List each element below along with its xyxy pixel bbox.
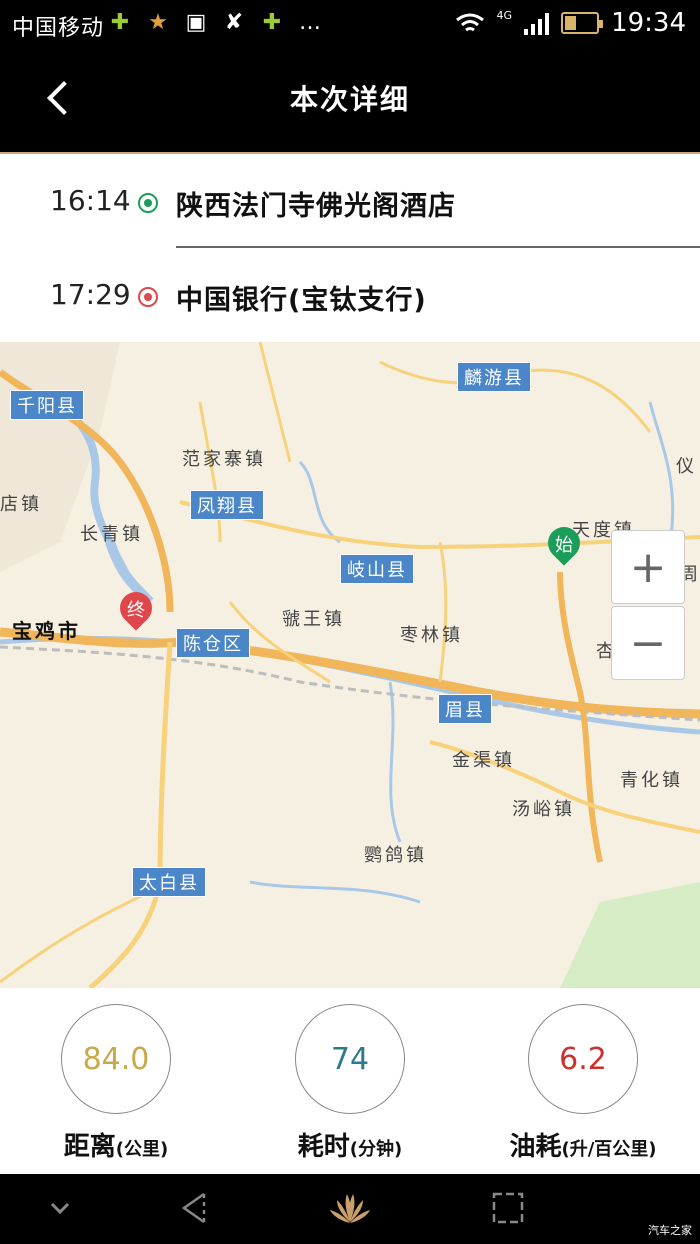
- distance-label-text: 距离: [63, 1132, 116, 1162]
- route-end-row: 17:29 中国银行(宝钛支行): [0, 250, 700, 342]
- tools-icon: ✘: [224, 10, 244, 35]
- map-label: 金渠镇: [452, 750, 515, 771]
- status-right: 4G 19:34: [455, 8, 686, 38]
- fuel-label-text: 油耗: [509, 1132, 562, 1162]
- zoom-out-button[interactable]: −: [611, 606, 685, 680]
- fuel-unit: (升/百公里): [561, 1139, 657, 1160]
- distance-stat: 84.0 距离(公里): [6, 1004, 226, 1163]
- map-label: 鹦鸽镇: [364, 845, 427, 866]
- app-plus-icon: ✚: [110, 10, 130, 35]
- end-pin-label: 终: [127, 600, 145, 621]
- distance-unit: (公里): [115, 1139, 169, 1160]
- clock: 19:34: [611, 8, 686, 38]
- route-summary: 16:14 陕西法门寺佛光阁酒店 17:29 中国银行(宝钛支行): [0, 156, 700, 342]
- start-location: 陕西法门寺佛光阁酒店: [176, 191, 456, 222]
- start-time: 16:14: [50, 184, 131, 217]
- status-bar: 中国移动 ✚ ★ ▣ ✘ ✚ … 4G 19:34: [0, 0, 700, 50]
- image-icon: ▣: [185, 10, 207, 35]
- system-nav-bar: 汽车之家: [0, 1174, 700, 1244]
- map-label: 凤翔县: [190, 490, 264, 520]
- route-start-row: 16:14 陕西法门寺佛光阁酒店: [0, 156, 700, 248]
- recent-apps-icon[interactable]: [488, 1188, 528, 1228]
- map-label: 枣林镇: [400, 625, 463, 646]
- top-bar: 本次详细: [0, 50, 700, 154]
- duration-label-text: 耗时: [297, 1132, 350, 1162]
- end-time: 17:29: [50, 278, 131, 311]
- hide-keyboard-icon[interactable]: [40, 1188, 80, 1228]
- distance-value: 84.0: [61, 1004, 171, 1114]
- fuel-stat: 6.2 油耗(升/百公里): [473, 1004, 693, 1163]
- duration-stat: 74 耗时(分钟): [240, 1004, 460, 1163]
- fuel-value: 6.2: [528, 1004, 638, 1114]
- start-dot-icon: [138, 193, 158, 213]
- map-label: 麟游县: [457, 362, 531, 392]
- end-dot-icon: [138, 287, 158, 307]
- map-label-city: 宝鸡市: [12, 619, 81, 643]
- star-icon: ★: [148, 10, 168, 35]
- map-label: 太白县: [132, 867, 206, 897]
- map-label: 眉县: [438, 694, 492, 724]
- signal-icon: [524, 11, 550, 35]
- start-pin-label: 始: [555, 535, 573, 556]
- home-icon[interactable]: [325, 1188, 375, 1228]
- map-label: 店镇: [0, 494, 42, 515]
- map-label: 仪: [676, 456, 697, 477]
- map-label: 千阳县: [10, 390, 84, 420]
- wifi-icon: [455, 13, 484, 32]
- network-type: 4G: [496, 8, 513, 22]
- zoom-in-button[interactable]: +: [611, 530, 685, 604]
- map-label: 长青镇: [80, 524, 143, 545]
- duration-unit: (分钟): [349, 1139, 403, 1160]
- map-label: 虢王镇: [282, 609, 345, 630]
- watermark: 汽车之家: [648, 1224, 692, 1237]
- more-icon: …: [299, 10, 321, 35]
- notification-icons: ✚ ★ ▣ ✘ ✚ …: [108, 11, 322, 35]
- map-label: 陈仓区: [176, 628, 250, 658]
- map-label: 岐山县: [340, 554, 414, 584]
- duration-value: 74: [295, 1004, 405, 1114]
- route-divider: [176, 246, 700, 248]
- end-location: 中国银行(宝钛支行): [176, 285, 427, 316]
- map-roads: [0, 342, 700, 988]
- fuel-label: 油耗(升/百公里): [473, 1126, 693, 1163]
- app-plus-icon: ✚: [262, 10, 282, 35]
- battery-icon: [561, 12, 604, 34]
- trip-stats: 84.0 距离(公里) 74 耗时(分钟) 6.2 油耗(升/百公里): [0, 988, 700, 1174]
- route-map[interactable]: 千阳县 麟游县 范家寨镇 凤翔县 长青镇 店镇 仪 天度镇 岐山县 周 宝鸡市 …: [0, 342, 700, 988]
- start-pin-icon[interactable]: 始: [541, 520, 587, 571]
- duration-label: 耗时(分钟): [240, 1126, 460, 1163]
- distance-label: 距离(公里): [6, 1126, 226, 1163]
- map-label: 青化镇: [620, 770, 683, 791]
- page-title: 本次详细: [289, 83, 410, 116]
- carrier-name: 中国移动: [12, 16, 105, 41]
- end-pin-icon[interactable]: 终: [113, 585, 159, 636]
- back-icon[interactable]: [176, 1188, 216, 1228]
- map-label: 汤峪镇: [512, 799, 575, 820]
- map-label: 范家寨镇: [182, 449, 266, 470]
